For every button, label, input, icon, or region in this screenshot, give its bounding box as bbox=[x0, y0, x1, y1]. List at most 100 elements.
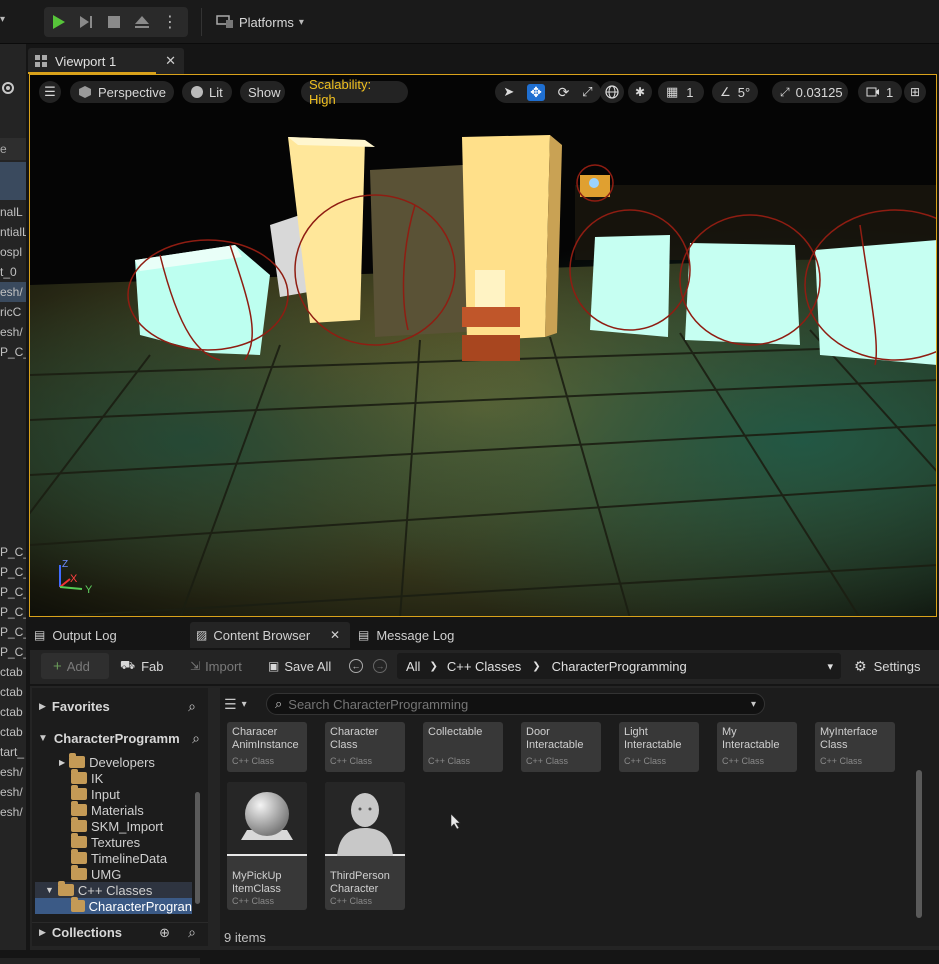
tab-message-log[interactable]: ▤ Message Log bbox=[358, 622, 454, 648]
save-all-button[interactable]: ▣ Save All bbox=[268, 653, 331, 679]
breadcrumb-item[interactable]: C++ Classes bbox=[447, 659, 521, 674]
step-button[interactable] bbox=[72, 7, 100, 37]
asset-tile[interactable]: MyPickUp ItemClass C++ Class bbox=[227, 782, 307, 910]
asset-tile[interactable]: My Interactable C++ Class bbox=[717, 722, 797, 772]
show-button[interactable]: Show bbox=[240, 81, 285, 103]
asset-tile[interactable]: MyInterface Class C++ Class bbox=[815, 722, 895, 772]
outliner-row[interactable]: P_C_ bbox=[0, 602, 26, 622]
chevron-down-icon[interactable]: ▾ bbox=[751, 699, 756, 710]
rotate-tool-icon[interactable]: ⟳ bbox=[558, 84, 570, 101]
outliner-row[interactable]: ospl bbox=[0, 242, 26, 262]
platforms-dropdown[interactable]: Platforms ▾ bbox=[216, 12, 304, 32]
tree-folder[interactable]: Input bbox=[35, 785, 120, 802]
asset-tile[interactable]: Door Interactable C++ Class bbox=[521, 722, 601, 772]
outliner-row[interactable]: esh/ bbox=[0, 322, 26, 342]
search-icon[interactable]: ⌕ bbox=[188, 924, 196, 941]
select-tool-icon[interactable]: ➤ bbox=[503, 84, 514, 100]
play-button[interactable] bbox=[44, 7, 72, 37]
chevron-down-icon[interactable]: ▾ bbox=[0, 14, 14, 30]
outliner-row[interactable]: ctab bbox=[0, 722, 26, 742]
add-button[interactable]: + Add bbox=[41, 653, 109, 679]
tree-folder[interactable]: IK bbox=[35, 769, 103, 786]
world-space-icon[interactable] bbox=[600, 81, 624, 103]
chevron-right-icon[interactable]: ▶ bbox=[59, 758, 65, 767]
tree-folder-cpp-classes[interactable]: ▼ C++ Classes bbox=[35, 881, 192, 898]
scalability-button[interactable]: Scalability: High bbox=[301, 77, 408, 107]
surface-snap-icon[interactable]: ✱ bbox=[628, 81, 652, 103]
outliner-row[interactable]: esh/ bbox=[0, 802, 26, 822]
search-box[interactable]: ⌕ ▾ bbox=[266, 693, 765, 715]
asset-tile[interactable]: Characer AnimInstance C++ Class bbox=[227, 722, 307, 772]
settings-button[interactable]: ⚙ Settings bbox=[854, 653, 921, 679]
tree-folder[interactable]: TimelineData bbox=[35, 849, 167, 866]
scene-render[interactable] bbox=[30, 75, 937, 617]
search-icon[interactable]: ⌕ bbox=[188, 698, 196, 715]
lit-button[interactable]: Lit bbox=[182, 81, 232, 103]
gear-icon[interactable] bbox=[0, 80, 16, 102]
outliner-row[interactable]: nalL bbox=[0, 202, 26, 222]
close-icon[interactable]: ✕ bbox=[330, 628, 340, 642]
chevron-down-icon[interactable]: ▾ bbox=[827, 660, 833, 673]
breadcrumb-item[interactable]: CharacterProgramming bbox=[552, 659, 687, 674]
close-icon[interactable]: ✕ bbox=[165, 53, 176, 69]
asset-scrollbar[interactable] bbox=[916, 770, 922, 918]
favorites-header[interactable]: ▶ Favorites ⌕ bbox=[32, 696, 208, 716]
project-header[interactable]: ▼ CharacterProgramm ⌕ bbox=[32, 728, 208, 748]
forward-icon[interactable]: → bbox=[373, 659, 387, 673]
tree-folder[interactable]: Materials bbox=[35, 801, 144, 818]
outliner-row[interactable]: ctab bbox=[0, 682, 26, 702]
perspective-button[interactable]: Perspective bbox=[70, 81, 174, 103]
outliner-row[interactable]: tart_ bbox=[0, 742, 26, 762]
collections-header[interactable]: ▶ Collections ⊕ ⌕ bbox=[32, 922, 208, 942]
asset-tile[interactable]: Character Class C++ Class bbox=[325, 722, 405, 772]
tree-folder[interactable]: ▶ Developers bbox=[35, 753, 155, 770]
outliner-selected-row[interactable] bbox=[0, 162, 26, 200]
camera-speed-button[interactable]: 1 bbox=[858, 81, 902, 103]
tree-folder-selected[interactable]: CharacterProgran bbox=[35, 897, 192, 914]
viewport-menu-button[interactable]: ☰ bbox=[39, 81, 61, 103]
stop-button[interactable] bbox=[100, 7, 128, 37]
level-viewport[interactable]: X Y Z ☰ Perspective Lit Show Scalability… bbox=[29, 74, 937, 617]
show-label: Show bbox=[248, 84, 281, 100]
add-collection-icon[interactable]: ⊕ bbox=[159, 925, 170, 941]
outliner-row[interactable]: ctab bbox=[0, 662, 26, 682]
layout-icon[interactable]: ⊞ bbox=[904, 81, 926, 103]
asset-tile[interactable]: ThirdPerson Character C++ Class bbox=[325, 782, 405, 910]
back-icon[interactable]: ← bbox=[349, 659, 363, 673]
outliner-row[interactable]: esh/ bbox=[0, 782, 26, 802]
angle-snap-button[interactable]: ∠ 5° bbox=[712, 81, 758, 103]
filter-button[interactable]: ☰ ▾ bbox=[224, 694, 258, 714]
grid-snap-button[interactable]: ▦ 1 bbox=[658, 81, 704, 103]
tab-viewport-1[interactable]: Viewport 1 ✕ bbox=[28, 48, 184, 74]
outliner-row[interactable]: P_C_ bbox=[0, 342, 26, 362]
outliner-row[interactable]: esh/ bbox=[0, 762, 26, 782]
search-input[interactable] bbox=[288, 696, 729, 712]
tree-folder[interactable]: Textures bbox=[35, 833, 140, 850]
outliner-row[interactable]: P_C_ bbox=[0, 642, 26, 662]
fab-button[interactable]: ⛟ Fab bbox=[120, 653, 164, 679]
outliner-row[interactable]: P_C_ bbox=[0, 582, 26, 602]
tree-scrollbar[interactable] bbox=[195, 792, 200, 904]
asset-tile[interactable]: Collectable C++ Class bbox=[423, 722, 503, 772]
outliner-row[interactable]: t_0 bbox=[0, 262, 26, 282]
asset-tile[interactable]: Light Interactable C++ Class bbox=[619, 722, 699, 772]
tab-output-log[interactable]: ▤ Output Log bbox=[34, 622, 117, 648]
outliner-row[interactable]: P_C_ bbox=[0, 562, 26, 582]
tab-content-browser[interactable]: ▨ Content Browser ✕ bbox=[190, 622, 350, 648]
outliner-row[interactable]: esh/ bbox=[0, 282, 26, 302]
scale-snap-button[interactable]: ⤢ 0.03125 bbox=[772, 81, 848, 103]
outliner-row[interactable]: ricC bbox=[0, 302, 26, 322]
breadcrumb-item[interactable]: All bbox=[406, 659, 420, 674]
scale-tool-icon[interactable]: ⤢ bbox=[582, 84, 592, 100]
search-icon[interactable]: ⌕ bbox=[192, 730, 200, 747]
outliner-row[interactable]: P_C_ bbox=[0, 622, 26, 642]
outliner-row[interactable]: ntialL bbox=[0, 222, 26, 242]
tree-folder[interactable]: UMG bbox=[35, 865, 121, 882]
more-options-icon[interactable]: ⋮ bbox=[156, 7, 184, 37]
tree-folder[interactable]: SKM_Import bbox=[35, 817, 163, 834]
outliner-row[interactable]: P_C_ bbox=[0, 542, 26, 562]
import-button[interactable]: ⇲ Import bbox=[190, 653, 242, 679]
outliner-row[interactable]: ctab bbox=[0, 702, 26, 722]
eject-button[interactable] bbox=[128, 7, 156, 37]
move-tool-icon[interactable]: ✥ bbox=[527, 83, 545, 101]
